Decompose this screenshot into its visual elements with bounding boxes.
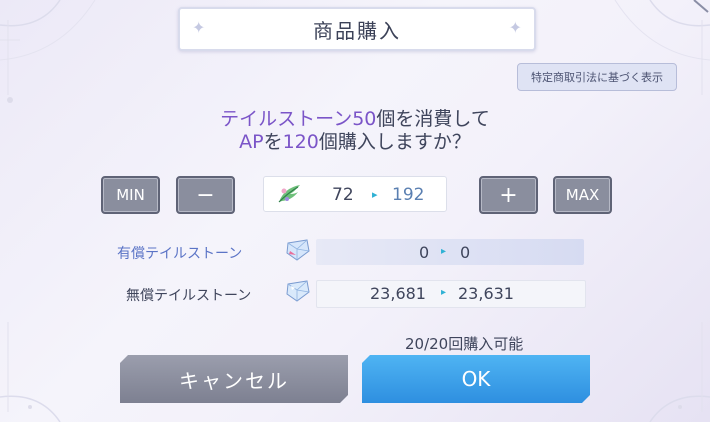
question-text: を <box>263 131 283 153</box>
paid-stone-label: 有償テイルストーン <box>117 246 243 262</box>
ap-current: 72 <box>332 185 354 205</box>
dialog-title: 商品購入 <box>313 18 401 43</box>
question-text: 個購入しますか？ <box>318 131 471 153</box>
free-stone-current: 23,681 <box>370 284 426 303</box>
corner-ornament-icon <box>614 0 710 95</box>
paid-gem-icon <box>286 239 310 261</box>
sparkle-icon: ✦ <box>192 18 206 37</box>
ap-feather-icon <box>278 185 300 203</box>
sparkle-icon: ✦ <box>508 18 522 37</box>
purchase-dialog: ✦ 商品購入 ✦ 特定商取引法に基づく表示 テイルストーン50個を消費して AP… <box>0 0 710 422</box>
increment-button[interactable]: + <box>479 176 538 214</box>
purchase-limit: 20/20回購入可能 <box>405 335 524 353</box>
ok-button[interactable]: OK <box>362 355 590 403</box>
free-stone-label: 無償テイルストーン <box>126 288 252 304</box>
paid-stone-current: 0 <box>419 243 430 262</box>
question-line-2: APを120個購入しますか？ <box>0 127 710 154</box>
free-gem-icon <box>286 280 310 302</box>
question-amount: 120 <box>282 131 319 153</box>
max-button[interactable]: MAX <box>553 176 612 214</box>
paid-stone-after: 0 <box>460 243 471 262</box>
arrow-right-icon: ▸ <box>441 246 447 257</box>
ap-after: 192 <box>392 185 425 205</box>
paid-stone-bar <box>316 239 584 265</box>
min-button[interactable]: MIN <box>101 176 160 214</box>
decrement-button[interactable]: − <box>176 176 235 214</box>
title-banner: ✦ 商品購入 ✦ <box>178 7 536 51</box>
corner-ornament-icon <box>649 322 710 422</box>
corner-ornament-icon <box>0 0 96 103</box>
quantity-display: 72 ▸ 192 <box>263 176 447 212</box>
arrow-right-icon: ▸ <box>372 188 378 201</box>
legal-notice-button[interactable]: 特定商取引法に基づく表示 <box>517 63 677 91</box>
arrow-right-icon: ▸ <box>441 287 447 298</box>
free-stone-bar <box>316 280 586 308</box>
corner-ornament-icon <box>0 322 61 422</box>
question-product: AP <box>239 131 264 153</box>
free-stone-after: 23,631 <box>458 284 514 303</box>
cancel-button[interactable]: キャンセル <box>120 355 348 403</box>
